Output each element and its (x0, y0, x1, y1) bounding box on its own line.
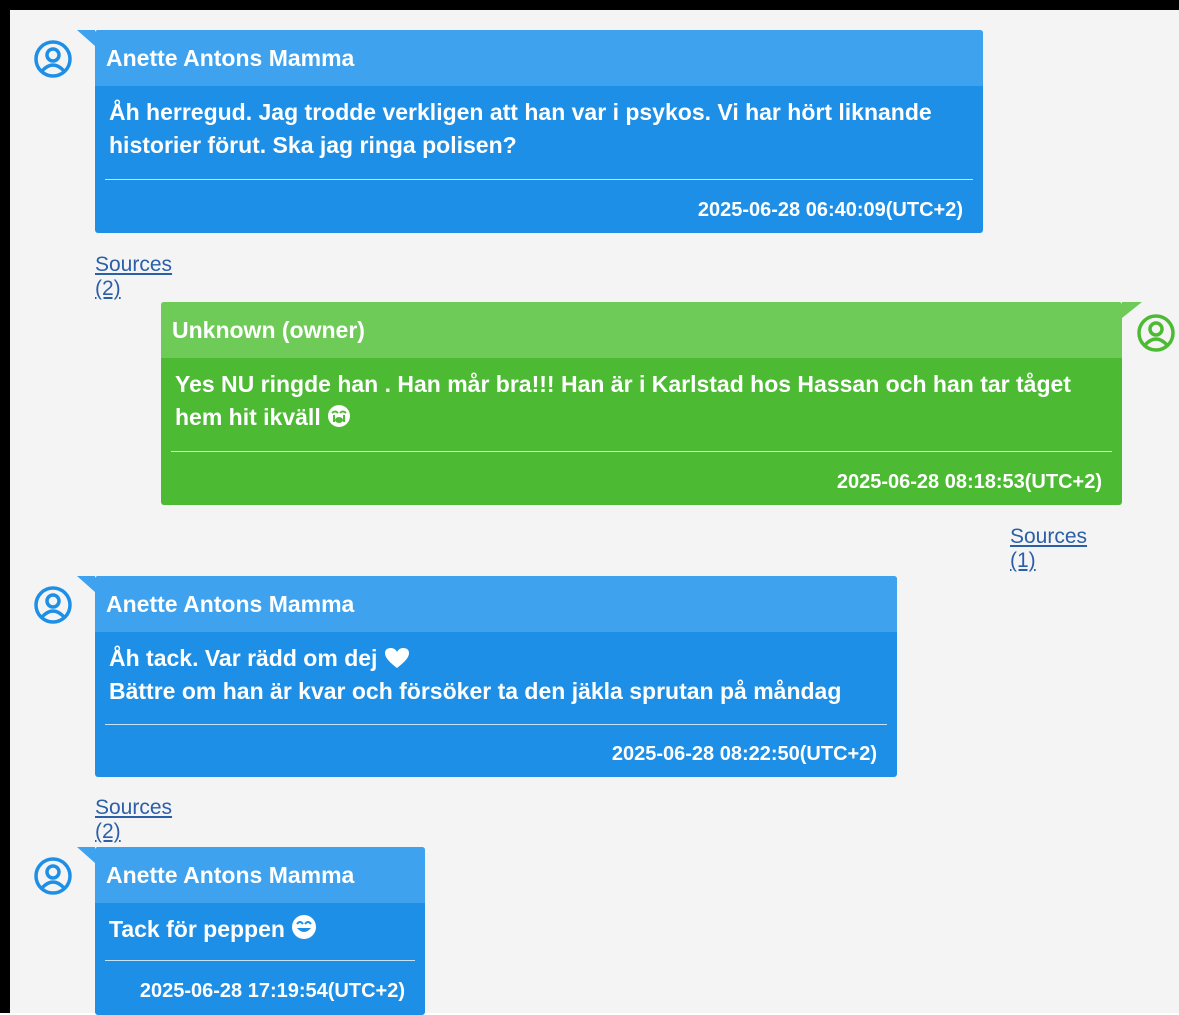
user-avatar-icon (1137, 314, 1175, 352)
user-avatar-icon (34, 40, 72, 78)
message-text: Yes NU ringde han . Han mår bra!!! Han ä… (161, 358, 1122, 434)
bubble-tail (77, 576, 95, 592)
sender-name: Anette Antons Mamma (95, 847, 425, 903)
chat-transcript: Anette Antons Mamma Åh herregud. Jag tro… (0, 0, 1179, 1015)
user-avatar-icon (34, 857, 72, 895)
message-timestamp: 2025-06-28 06:40:09(UTC+2) (697, 199, 963, 221)
bubble-tail (77, 847, 95, 863)
bubble-tail (77, 30, 95, 46)
divider (105, 960, 415, 961)
sources-link[interactable]: Sources (2) (95, 253, 172, 301)
sender-name: Anette Antons Mamma (95, 30, 983, 86)
message-line: Åh herregud. Jag trodde verkligen att ha… (109, 99, 932, 125)
message-line: historier förut. Ska jag ringa polisen? (109, 132, 517, 158)
message-text: Tack för peppen (95, 903, 425, 946)
sender-name: Unknown (owner) (161, 302, 1122, 358)
message-timestamp: 2025-06-28 17:19:54(UTC+2) (139, 980, 405, 1002)
message-bubble: Anette Antons Mamma Åh tack. Var rädd om… (77, 576, 897, 777)
divider (105, 179, 973, 180)
message-line: Yes NU ringde han . Han mår bra!!! Han ä… (175, 371, 1071, 397)
message-text: Åh herregud. Jag trodde verkligen att ha… (95, 86, 983, 162)
message-bubble: Anette Antons Mamma Tack för peppen 2025… (77, 847, 425, 1015)
sources-link[interactable]: Sources (1) (1010, 525, 1087, 573)
crying-face-emoji (328, 405, 351, 427)
smiling-face-emoji (292, 915, 317, 939)
sender-name: Anette Antons Mamma (95, 576, 897, 632)
divider (171, 451, 1112, 452)
message-line: Bättre om han är kvar och försöker ta de… (109, 678, 842, 704)
message-line: hem hit ikväll (175, 401, 1108, 434)
divider (105, 724, 887, 725)
message-bubble: Unknown (owner) Yes NU ringde han . Han … (161, 302, 1142, 505)
message-line: Tack för peppen (109, 913, 411, 946)
sources-link[interactable]: Sources (2) (95, 796, 172, 844)
message-text: Åh tack. Var rädd om dej Bättre om han ä… (95, 632, 897, 708)
message-line: Åh tack. Var rädd om dej (109, 642, 883, 675)
message-timestamp: 2025-06-28 08:22:50(UTC+2) (611, 743, 877, 765)
user-avatar-icon (34, 586, 72, 624)
heart-emoji (384, 648, 409, 668)
message-timestamp: 2025-06-28 08:18:53(UTC+2) (836, 471, 1102, 493)
message-bubble: Anette Antons Mamma Åh herregud. Jag tro… (77, 30, 983, 233)
